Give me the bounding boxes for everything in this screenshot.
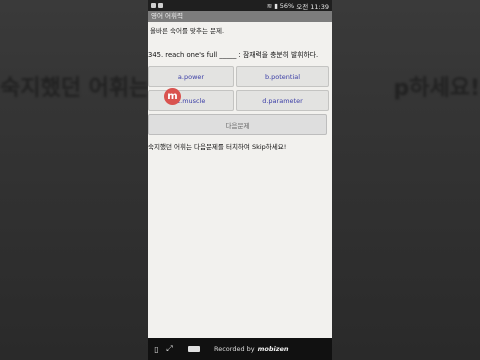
recorded-label: Recorded by <box>214 345 255 353</box>
status-right: ≋ ▮ 56% 오전 11:39 <box>267 1 329 11</box>
background-echo-left: 숙지했던 어휘는 다 <box>0 76 148 101</box>
screen-recorder-button[interactable]: m <box>164 88 181 105</box>
recent-apps-icon[interactable]: ▯ <box>152 345 161 354</box>
hint-text: 숙지했던 어휘는 다음문제를 터치하여 Skip하세요! <box>148 143 287 151</box>
clock: 오전 11:39 <box>296 2 329 11</box>
background-echo-right: p하세요! <box>393 76 480 101</box>
choice-b-button[interactable]: b.potential <box>236 66 329 87</box>
notification-icon <box>151 3 156 8</box>
home-icon[interactable] <box>188 346 200 352</box>
signal-icon: ▮ <box>274 1 278 10</box>
status-left <box>151 3 163 8</box>
choice-a-button[interactable]: a.power <box>148 66 234 87</box>
app-title-bar: 영어 어휘력 <box>148 11 332 22</box>
navigation-bar: ▯ ⤢ Recorded by mobizen <box>148 338 332 360</box>
app-icon <box>158 3 163 8</box>
background-right <box>332 0 480 360</box>
wifi-icon: ≋ <box>266 1 273 10</box>
phone-screen: ≋ ▮ 56% 오전 11:39 영어 어휘력 올바른 숙어를 맞추는 문제. … <box>148 0 332 360</box>
mobizen-logo: mobizen <box>257 345 289 353</box>
choice-d-button[interactable]: d.parameter <box>236 90 329 111</box>
status-bar: ≋ ▮ 56% 오전 11:39 <box>148 0 332 11</box>
fullscreen-icon[interactable]: ⤢ <box>165 344 174 354</box>
background-left <box>0 0 148 360</box>
question-text: 345. reach one's full _____ : 잠재력을 충분히 발… <box>148 51 319 59</box>
instruction-text: 올바른 숙어를 맞추는 문제. <box>150 27 225 35</box>
choice-c-button[interactable]: c.muscle <box>148 90 234 111</box>
recorded-watermark: Recorded by mobizen <box>214 345 289 353</box>
next-question-button[interactable]: 다음문제 <box>148 114 327 135</box>
battery-text: 56% <box>279 1 295 10</box>
